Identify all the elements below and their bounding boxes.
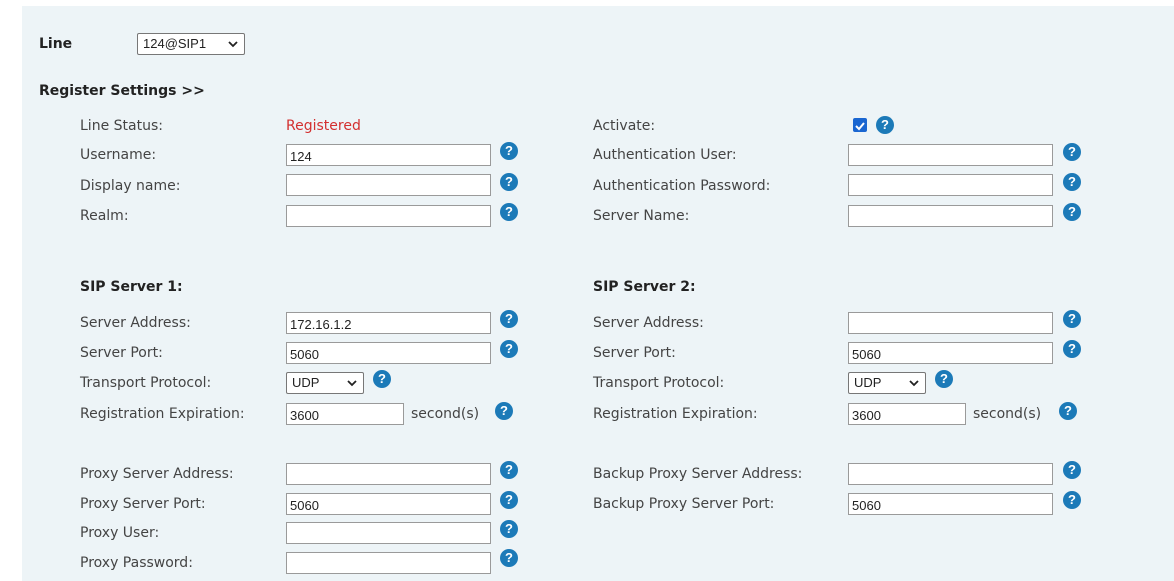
- help-icon[interactable]: ?: [500, 461, 518, 479]
- help-icon[interactable]: ?: [495, 402, 513, 420]
- sip2-expiration-unit: second(s): [973, 406, 1042, 422]
- line-select-value: 124@SIP1: [143, 36, 207, 51]
- proxy-password-label: Proxy Password:: [80, 555, 193, 571]
- auth-user-label: Authentication User:: [593, 147, 737, 163]
- sip1-server-port-label: Server Port:: [80, 345, 163, 361]
- help-icon[interactable]: ?: [1063, 340, 1081, 358]
- help-icon[interactable]: ?: [1063, 310, 1081, 328]
- server-name-label: Server Name:: [593, 208, 690, 224]
- help-icon[interactable]: ?: [500, 491, 518, 509]
- sip2-transport-label: Transport Protocol:: [593, 375, 725, 391]
- sip-server-2-heading: SIP Server 2:: [593, 279, 696, 295]
- sip-server-1-heading: SIP Server 1:: [80, 279, 183, 295]
- line-status-label: Line Status:: [80, 118, 163, 134]
- help-icon[interactable]: ?: [500, 203, 518, 221]
- help-icon[interactable]: ?: [373, 370, 391, 388]
- help-icon[interactable]: ?: [500, 340, 518, 358]
- help-icon[interactable]: ?: [1063, 491, 1081, 509]
- help-icon[interactable]: ?: [500, 549, 518, 567]
- activate-checkbox[interactable]: [853, 118, 867, 132]
- line-status-value: Registered: [286, 118, 361, 134]
- help-icon[interactable]: ?: [876, 116, 894, 134]
- sip2-server-port-input[interactable]: 5060: [848, 342, 1053, 364]
- help-icon[interactable]: ?: [1063, 143, 1081, 161]
- sip2-expiration-input[interactable]: 3600: [848, 403, 966, 425]
- sip2-transport-value: UDP: [854, 375, 882, 390]
- register-settings-panel: Line 124@SIP1 Register Settings >> Line …: [22, 6, 1174, 581]
- backup-proxy-address-label: Backup Proxy Server Address:: [593, 466, 803, 482]
- line-select[interactable]: 124@SIP1: [137, 33, 245, 55]
- help-icon[interactable]: ?: [1063, 173, 1081, 191]
- display-name-label: Display name:: [80, 178, 181, 194]
- sip1-transport-value: UDP: [292, 375, 320, 390]
- proxy-address-label: Proxy Server Address:: [80, 466, 234, 482]
- sip1-expiration-input[interactable]: 3600: [286, 403, 404, 425]
- backup-proxy-address-input[interactable]: [848, 463, 1053, 485]
- sip1-expiration-unit: second(s): [411, 406, 480, 422]
- chevron-down-icon: [347, 380, 357, 387]
- backup-proxy-port-label: Backup Proxy Server Port:: [593, 496, 775, 512]
- activate-label: Activate:: [593, 118, 656, 134]
- proxy-port-label: Proxy Server Port:: [80, 496, 206, 512]
- realm-label: Realm:: [80, 208, 129, 224]
- help-icon[interactable]: ?: [500, 173, 518, 191]
- proxy-user-label: Proxy User:: [80, 525, 160, 541]
- sip1-server-address-input[interactable]: 172.16.1.2: [286, 312, 491, 334]
- sip2-expiration-label: Registration Expiration:: [593, 406, 758, 422]
- help-icon[interactable]: ?: [1059, 402, 1077, 420]
- help-icon[interactable]: ?: [500, 142, 518, 160]
- server-name-input[interactable]: [848, 205, 1053, 227]
- help-icon[interactable]: ?: [1063, 461, 1081, 479]
- proxy-user-input[interactable]: [286, 522, 491, 544]
- proxy-password-input[interactable]: [286, 552, 491, 574]
- sip1-server-address-label: Server Address:: [80, 315, 191, 331]
- register-settings-heading: Register Settings >>: [39, 83, 205, 99]
- backup-proxy-port-input[interactable]: 5060: [848, 493, 1053, 515]
- sip1-transport-select[interactable]: UDP: [286, 372, 364, 394]
- sip1-expiration-label: Registration Expiration:: [80, 406, 245, 422]
- username-label: Username:: [80, 147, 157, 163]
- username-input[interactable]: 124: [286, 144, 491, 166]
- help-icon[interactable]: ?: [1063, 203, 1081, 221]
- chevron-down-icon: [228, 41, 238, 48]
- line-label: Line: [39, 36, 73, 52]
- sip2-transport-select[interactable]: UDP: [848, 372, 926, 394]
- proxy-address-input[interactable]: [286, 463, 491, 485]
- help-icon[interactable]: ?: [500, 520, 518, 538]
- sip2-server-address-label: Server Address:: [593, 315, 704, 331]
- help-icon[interactable]: ?: [500, 310, 518, 328]
- auth-password-label: Authentication Password:: [593, 178, 771, 194]
- sip2-server-address-input[interactable]: [848, 312, 1053, 334]
- chevron-down-icon: [909, 380, 919, 387]
- sip2-server-port-label: Server Port:: [593, 345, 676, 361]
- sip1-server-port-input[interactable]: 5060: [286, 342, 491, 364]
- proxy-port-input[interactable]: 5060: [286, 493, 491, 515]
- checkmark-icon: [855, 122, 865, 131]
- realm-input[interactable]: [286, 205, 491, 227]
- display-name-input[interactable]: [286, 174, 491, 196]
- sip1-transport-label: Transport Protocol:: [80, 375, 212, 391]
- help-icon[interactable]: ?: [935, 370, 953, 388]
- auth-password-input[interactable]: [848, 174, 1053, 196]
- auth-user-input[interactable]: [848, 144, 1053, 166]
